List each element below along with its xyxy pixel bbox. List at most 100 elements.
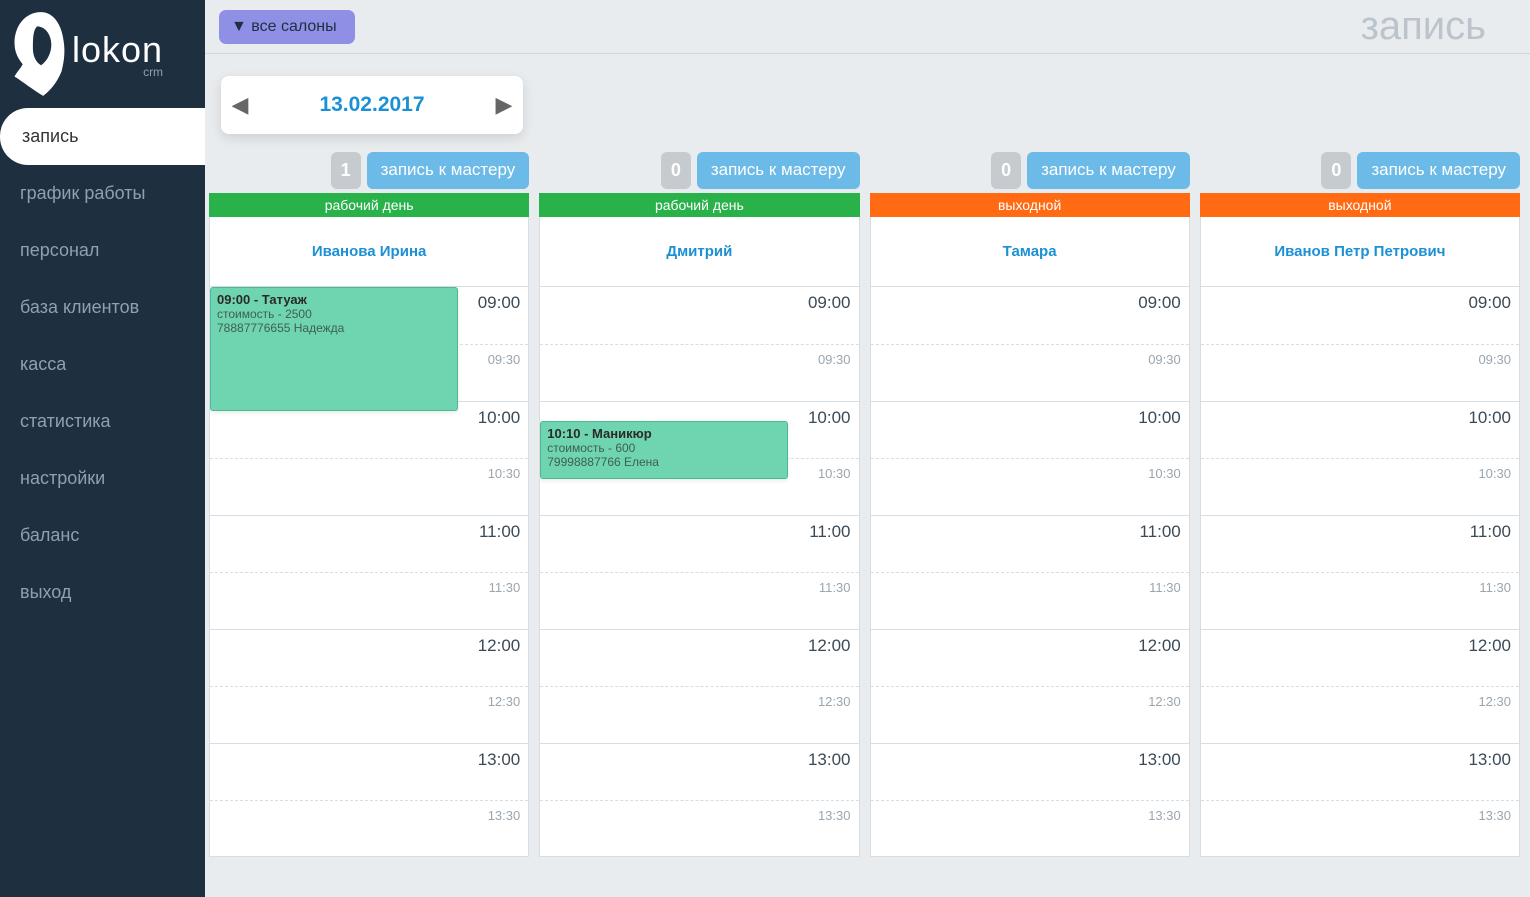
time-slot[interactable]: 13:30	[871, 800, 1189, 857]
time-slot[interactable]: 11:30	[210, 572, 528, 629]
time-label: 11:00	[1139, 522, 1180, 541]
date-prev-button[interactable]: ◀	[221, 92, 259, 118]
time-slot[interactable]: 12:00	[540, 629, 858, 686]
time-label: 09:30	[818, 352, 851, 367]
time-slot[interactable]: 09:00	[1201, 287, 1519, 344]
time-label: 11:00	[479, 522, 520, 541]
time-label: 12:30	[818, 694, 851, 709]
nav-item-5[interactable]: статистика	[0, 393, 205, 450]
time-slot[interactable]: 10:30	[210, 458, 528, 515]
time-slot[interactable]: 13:00	[1201, 743, 1519, 800]
profile-silhouette-icon	[6, 8, 68, 100]
nav-item-3[interactable]: база клиентов	[0, 279, 205, 336]
nav-item-2[interactable]: персонал	[0, 222, 205, 279]
day-status-bar: выходной	[870, 193, 1190, 217]
logo: lokon crm	[0, 0, 205, 108]
salon-dropdown[interactable]: ▼ все салоны	[219, 10, 355, 44]
time-slot[interactable]: 09:00	[871, 287, 1189, 344]
time-grid: 09:00 09:30 10:00 10:30 11:00 11:30 12:00 12:30…	[1200, 287, 1520, 857]
time-label: 13:00	[808, 750, 851, 769]
nav-item-4[interactable]: касса	[0, 336, 205, 393]
time-slot[interactable]: 12:30	[210, 686, 528, 743]
master-name[interactable]: Иванов Петр Петрович	[1200, 217, 1520, 287]
time-label: 09:00	[478, 293, 521, 312]
time-slot[interactable]: 13:30	[540, 800, 858, 857]
time-slot[interactable]: 09:30	[1201, 344, 1519, 401]
appointment[interactable]: 09:00 - Татуажстоимость - 25007888777665…	[210, 287, 458, 411]
time-label: 13:30	[818, 808, 851, 823]
book-master-button[interactable]: запись к мастеру	[1357, 152, 1520, 189]
time-slot[interactable]: 10:30	[1201, 458, 1519, 515]
time-label: 13:00	[1468, 750, 1511, 769]
date-picker: ◀ 13.02.2017 ▶	[221, 76, 523, 134]
time-label: 10:00	[1468, 408, 1511, 427]
time-slot[interactable]: 12:30	[1201, 686, 1519, 743]
nav-item-1[interactable]: график работы	[0, 165, 205, 222]
time-slot[interactable]: 09:00	[540, 287, 858, 344]
time-slot[interactable]: 11:30	[540, 572, 858, 629]
schedule-column: 0запись к мастеру выходнойИванов Петр Пет…	[1200, 152, 1520, 857]
time-slot[interactable]: 12:00	[1201, 629, 1519, 686]
time-slot[interactable]: 11:00	[1201, 515, 1519, 572]
column-header: 1запись к мастеру	[209, 152, 529, 189]
date-display[interactable]: 13.02.2017	[259, 93, 485, 117]
time-slot[interactable]: 11:00	[540, 515, 858, 572]
time-slot[interactable]: 13:30	[210, 800, 528, 857]
book-master-button[interactable]: запись к мастеру	[367, 152, 530, 189]
appointment-count-badge: 1	[331, 152, 361, 189]
schedule-columns: 1запись к мастерурабочий деньИванова Ири…	[205, 152, 1530, 857]
time-slot[interactable]: 09:30	[540, 344, 858, 401]
time-slot[interactable]: 10:00	[1201, 401, 1519, 458]
time-slot[interactable]: 11:00	[210, 515, 528, 572]
master-name[interactable]: Тамара	[870, 217, 1190, 287]
sidebar: lokon crm записьграфик работыперсоналбаз…	[0, 0, 205, 897]
page-title: запись	[1361, 4, 1486, 49]
nav-item-7[interactable]: баланс	[0, 507, 205, 564]
master-name[interactable]: Дмитрий	[539, 217, 859, 287]
main: ▼ все салоны запись ◀ 13.02.2017 ▶ 1запи…	[205, 0, 1530, 897]
nav-item-8[interactable]: выход	[0, 564, 205, 621]
time-slot[interactable]: 11:30	[871, 572, 1189, 629]
book-master-button[interactable]: запись к мастеру	[697, 152, 860, 189]
appointment-client: 79998887766 Елена	[547, 455, 781, 469]
column-header: 0запись к мастеру	[539, 152, 859, 189]
time-label: 11:30	[819, 580, 851, 595]
time-slot[interactable]: 11:00	[871, 515, 1189, 572]
time-slot[interactable]: 13:00	[210, 743, 528, 800]
time-label: 09:00	[1468, 293, 1511, 312]
nav-item-6[interactable]: настройки	[0, 450, 205, 507]
time-slot[interactable]: 09:30	[871, 344, 1189, 401]
time-slot[interactable]: 12:30	[540, 686, 858, 743]
day-status-bar: рабочий день	[539, 193, 859, 217]
time-label: 10:30	[1478, 466, 1511, 481]
time-slot[interactable]: 13:00	[871, 743, 1189, 800]
appointment-count-badge: 0	[1321, 152, 1351, 189]
time-label: 09:30	[1478, 352, 1511, 367]
time-slot[interactable]: 10:30	[871, 458, 1189, 515]
nav: записьграфик работыперсоналбаза клиентов…	[0, 108, 205, 621]
time-label: 11:30	[1479, 580, 1511, 595]
time-slot[interactable]: 13:30	[1201, 800, 1519, 857]
time-slot[interactable]: 12:00	[210, 629, 528, 686]
appointment-count-badge: 0	[991, 152, 1021, 189]
time-label: 13:00	[478, 750, 521, 769]
time-label: 11:30	[489, 580, 521, 595]
time-slot[interactable]: 12:30	[871, 686, 1189, 743]
time-label: 12:30	[1148, 694, 1181, 709]
book-master-button[interactable]: запись к мастеру	[1027, 152, 1190, 189]
time-slot[interactable]: 10:00	[871, 401, 1189, 458]
appointment-cost: стоимость - 2500	[217, 307, 451, 321]
master-name[interactable]: Иванова Ирина	[209, 217, 529, 287]
date-next-button[interactable]: ▶	[485, 92, 523, 118]
nav-item-0[interactable]: запись	[0, 108, 205, 165]
day-status-bar: рабочий день	[209, 193, 529, 217]
time-grid: 09:0009:3010:0010:30 11:00 11:3012:00 12:30…	[870, 287, 1190, 857]
time-label: 12:00	[1468, 636, 1511, 655]
time-slot[interactable]: 13:00	[540, 743, 858, 800]
time-slot[interactable]: 12:00	[871, 629, 1189, 686]
time-label: 11:00	[1470, 522, 1511, 541]
day-status-bar: выходной	[1200, 193, 1520, 217]
time-label: 13:30	[1148, 808, 1181, 823]
appointment[interactable]: 10:10 - Маникюрстоимость - 6007999888776…	[540, 421, 788, 479]
time-slot[interactable]: 11:30	[1201, 572, 1519, 629]
